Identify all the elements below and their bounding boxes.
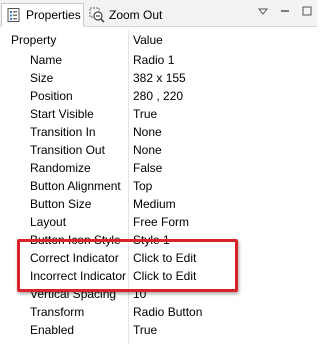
property-value[interactable]: 382 x 155: [133, 71, 186, 85]
property-value[interactable]: Top: [133, 179, 152, 193]
zoom-out-icon: [89, 7, 105, 23]
property-name: Button Size: [30, 197, 92, 211]
property-name: Randomize: [30, 161, 91, 175]
property-value[interactable]: None: [133, 125, 162, 139]
properties-icon: [6, 7, 22, 23]
property-value[interactable]: Radio Button: [133, 305, 202, 319]
property-row-randomize[interactable]: Randomize False: [0, 159, 317, 177]
value-column-header: Value: [133, 33, 163, 47]
property-name: Name: [30, 53, 63, 67]
property-row-button-alignment[interactable]: Button Alignment Top: [0, 177, 317, 195]
minimize-icon[interactable]: [279, 5, 291, 17]
property-name: Size: [30, 71, 54, 85]
property-row-size[interactable]: Size 382 x 155: [0, 69, 317, 87]
property-name: Transform: [30, 305, 85, 319]
property-name: Position: [30, 89, 73, 103]
property-value[interactable]: Radio 1: [133, 53, 174, 67]
property-value[interactable]: False: [133, 161, 162, 175]
property-name: Start Visible: [30, 107, 94, 121]
property-row-transition-out[interactable]: Transition Out None: [0, 141, 317, 159]
property-name: Transition Out: [30, 143, 105, 157]
property-name: Button Alignment: [30, 179, 121, 193]
tab-zoom-out-label: Zoom Out: [109, 8, 163, 22]
property-row-position[interactable]: Position 280 , 220: [0, 87, 317, 105]
property-value[interactable]: 280 , 220: [133, 89, 183, 103]
table-header: Property Value: [0, 28, 317, 50]
maximize-icon[interactable]: [301, 5, 313, 17]
tab-properties[interactable]: Properties: [1, 3, 84, 27]
property-row-start-visible[interactable]: Start Visible True: [0, 105, 317, 123]
view-menu-icon[interactable]: [257, 5, 269, 17]
property-row-enabled[interactable]: Enabled True: [0, 321, 317, 339]
property-name: Transition In: [30, 125, 96, 139]
view-controls: [257, 5, 313, 17]
tab-properties-label: Properties: [26, 8, 81, 22]
tab-zoom-out[interactable]: Zoom Out: [85, 3, 165, 27]
property-value[interactable]: Free Form: [133, 215, 189, 229]
property-row-transform[interactable]: Transform Radio Button: [0, 303, 317, 321]
property-column-header: Property: [11, 33, 57, 47]
property-value[interactable]: Medium: [133, 197, 176, 211]
property-name: Layout: [30, 215, 67, 229]
property-name: Enabled: [30, 323, 75, 337]
property-row-transition-in[interactable]: Transition In None: [0, 123, 317, 141]
view-tab-bar: Properties Zoom Out: [0, 0, 317, 27]
property-value[interactable]: True: [133, 107, 157, 121]
property-row-button-size[interactable]: Button Size Medium: [0, 195, 317, 213]
property-value[interactable]: None: [133, 143, 162, 157]
property-value[interactable]: True: [133, 323, 157, 337]
property-row-layout[interactable]: Layout Free Form: [0, 213, 317, 231]
highlight-annotation-box: [17, 239, 238, 292]
property-row-name[interactable]: Name Radio 1: [0, 51, 317, 69]
